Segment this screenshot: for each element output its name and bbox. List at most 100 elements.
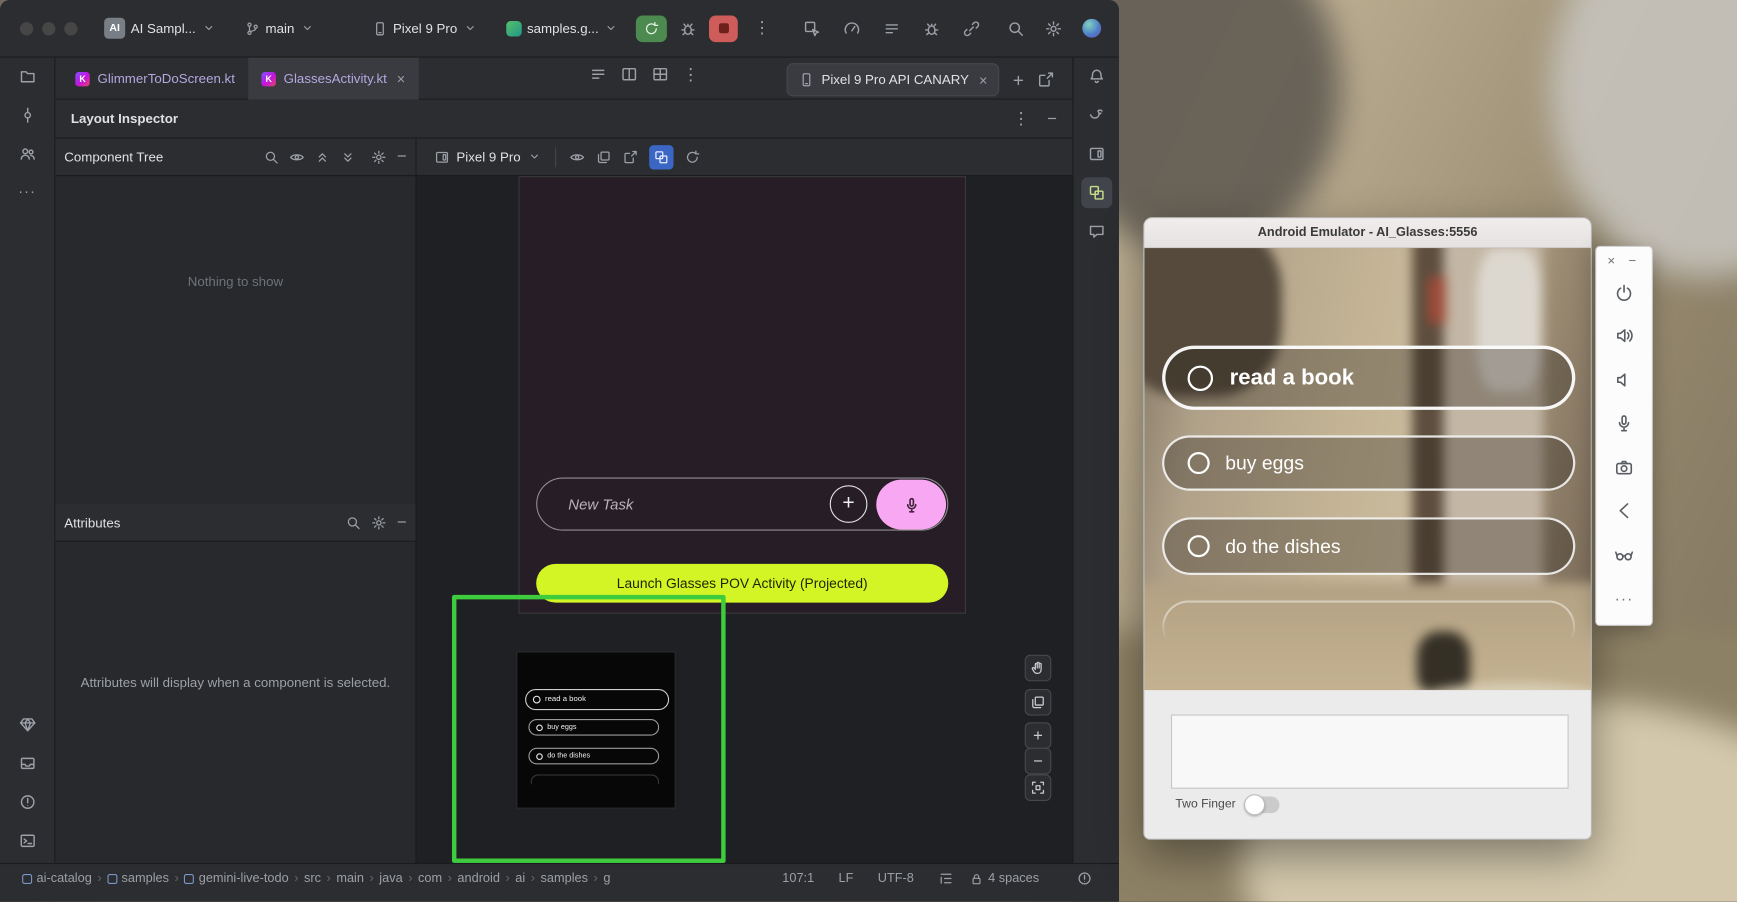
layout-inspector-toolwindow-button[interactable] [1081, 177, 1112, 208]
camera-button[interactable] [1596, 445, 1651, 489]
stop-button[interactable] [709, 15, 738, 42]
breadcrumbs[interactable]: ai-catalog › samples › gemini-live-todo … [22, 872, 610, 885]
traffic-light-close[interactable] [20, 22, 33, 35]
search-icon[interactable] [264, 149, 280, 165]
profile-icon[interactable] [1082, 19, 1101, 38]
indent-style-icon[interactable] [938, 871, 954, 887]
rerun-button[interactable] [636, 15, 667, 42]
pick-component-icon[interactable] [804, 19, 822, 37]
layer-spacing-button[interactable] [1025, 689, 1052, 716]
run-more-actions-button[interactable]: ⋮ [754, 20, 771, 37]
run-configuration-selector[interactable]: samples.g... [506, 20, 619, 36]
glasses-mode-button[interactable] [1596, 533, 1651, 577]
pan-mode-button[interactable] [1025, 655, 1052, 682]
zoom-to-fit-button[interactable] [1025, 774, 1052, 801]
code-view-icon[interactable] [589, 65, 607, 83]
refresh-icon[interactable] [685, 149, 701, 165]
traffic-light-zoom[interactable] [64, 22, 77, 35]
commit-icon[interactable] [18, 106, 36, 124]
todo-item-read-a-book[interactable]: read a book [1162, 346, 1575, 410]
breadcrumb-item[interactable]: ai-catalog [37, 872, 92, 885]
logcat-icon[interactable] [883, 19, 901, 37]
tab-glimmertodoscreen[interactable]: K GlimmerToDoScreen.kt [62, 58, 248, 100]
dependencies-icon[interactable] [18, 754, 36, 772]
toolbar-close-icon[interactable]: × [1607, 253, 1615, 269]
microphone-button[interactable] [1596, 402, 1651, 446]
breadcrumb-item[interactable]: g [603, 872, 610, 885]
gear-icon[interactable] [371, 149, 387, 165]
add-device-button[interactable]: + [1013, 70, 1024, 89]
structure-icon[interactable] [18, 145, 36, 163]
device-selector[interactable]: Pixel 9 Pro [372, 20, 477, 36]
editor-more-button[interactable]: ⋮ [682, 66, 699, 83]
gemini-chat-icon[interactable] [1087, 223, 1105, 241]
project-folder-icon[interactable] [18, 68, 36, 86]
panel-more-button[interactable]: ⋮ [1013, 110, 1030, 127]
add-task-button[interactable]: + [830, 485, 868, 523]
touch-input-area[interactable] [1171, 715, 1569, 789]
two-finger-toggle[interactable] [1246, 797, 1279, 814]
running-device-close-icon[interactable]: × [979, 71, 987, 88]
problems-icon[interactable] [18, 793, 36, 811]
tab-close-icon[interactable]: × [397, 70, 405, 87]
cursor-position[interactable]: 107:1 [782, 872, 814, 885]
vcs-branch-selector[interactable]: main [244, 20, 314, 36]
design-view-icon[interactable] [651, 65, 669, 83]
gradle-icon[interactable] [1087, 106, 1105, 124]
view-options-eye-icon[interactable] [289, 149, 305, 165]
volume-down-button[interactable] [1596, 358, 1651, 402]
collapse-all-icon[interactable] [340, 149, 356, 165]
breadcrumb-item[interactable]: samples [541, 872, 588, 885]
indent-indicator[interactable]: 4 spaces [969, 871, 1039, 885]
todo-checkbox-icon[interactable] [1188, 365, 1213, 390]
terminal-icon[interactable] [18, 832, 36, 850]
breadcrumb-item[interactable]: samples [122, 872, 169, 885]
app-inspection-icon[interactable] [923, 19, 941, 37]
live-updates-toggle[interactable] [649, 145, 673, 169]
split-view-icon[interactable] [620, 65, 638, 83]
breadcrumb-item[interactable]: android [457, 872, 500, 885]
encoding-indicator[interactable]: UTF-8 [878, 872, 914, 885]
settings-gear-icon[interactable] [1045, 19, 1063, 37]
breadcrumb-item[interactable]: java [379, 872, 402, 885]
running-device-tab[interactable]: Pixel 9 Pro API CANARY × [786, 63, 1000, 96]
notifications-bell-icon[interactable] [1087, 68, 1105, 86]
panel-minimize-button[interactable]: − [1047, 110, 1057, 127]
search-icon[interactable] [1007, 19, 1025, 37]
volume-up-button[interactable] [1596, 314, 1651, 358]
more-toolwindows-button[interactable]: ··· [18, 184, 36, 198]
zoom-in-button[interactable]: + [1025, 722, 1052, 749]
line-ending-indicator[interactable]: LF [839, 872, 854, 885]
voice-input-button[interactable] [876, 480, 946, 530]
render-device-selector[interactable]: Pixel 9 Pro [434, 149, 541, 165]
tab-glassesactivity[interactable]: K GlassesActivity.kt × [248, 58, 418, 100]
project-selector[interactable]: AI AI Sampl... [104, 18, 216, 39]
expand-all-icon[interactable] [315, 149, 331, 165]
gear-icon[interactable] [371, 515, 387, 531]
todo-checkbox-icon[interactable] [1188, 535, 1210, 557]
profiler-icon[interactable] [844, 19, 862, 37]
minimize-icon[interactable]: − [397, 148, 407, 165]
device-manager-icon[interactable] [1087, 145, 1105, 163]
device-mirroring-icon[interactable] [963, 19, 981, 37]
power-button[interactable] [1596, 270, 1651, 314]
gemini-gem-icon[interactable] [18, 716, 36, 734]
minimize-icon[interactable]: − [397, 514, 407, 531]
emulator-titlebar[interactable]: Android Emulator - AI_Glasses:5556 [1144, 218, 1590, 248]
traffic-light-minimize[interactable] [42, 22, 55, 35]
breadcrumb-item[interactable]: com [418, 872, 442, 885]
view-options-eye-icon[interactable] [569, 149, 585, 165]
todo-item-do-the-dishes[interactable]: do the dishes [1162, 517, 1575, 575]
back-button[interactable] [1596, 489, 1651, 533]
todo-checkbox-icon[interactable] [1188, 452, 1210, 474]
debug-button[interactable] [676, 16, 700, 40]
more-options-button[interactable]: ··· [1596, 577, 1651, 621]
export-snapshot-icon[interactable] [623, 149, 639, 165]
notifications-status-icon[interactable] [1077, 871, 1093, 887]
todo-item-buy-eggs[interactable]: buy eggs [1162, 435, 1575, 490]
breadcrumb-item[interactable]: src [304, 872, 321, 885]
snapshot-icon[interactable] [596, 149, 612, 165]
open-in-new-window-icon[interactable] [1037, 71, 1055, 89]
breadcrumb-item[interactable]: gemini-live-todo [199, 872, 289, 885]
breadcrumb-item[interactable]: main [336, 872, 364, 885]
